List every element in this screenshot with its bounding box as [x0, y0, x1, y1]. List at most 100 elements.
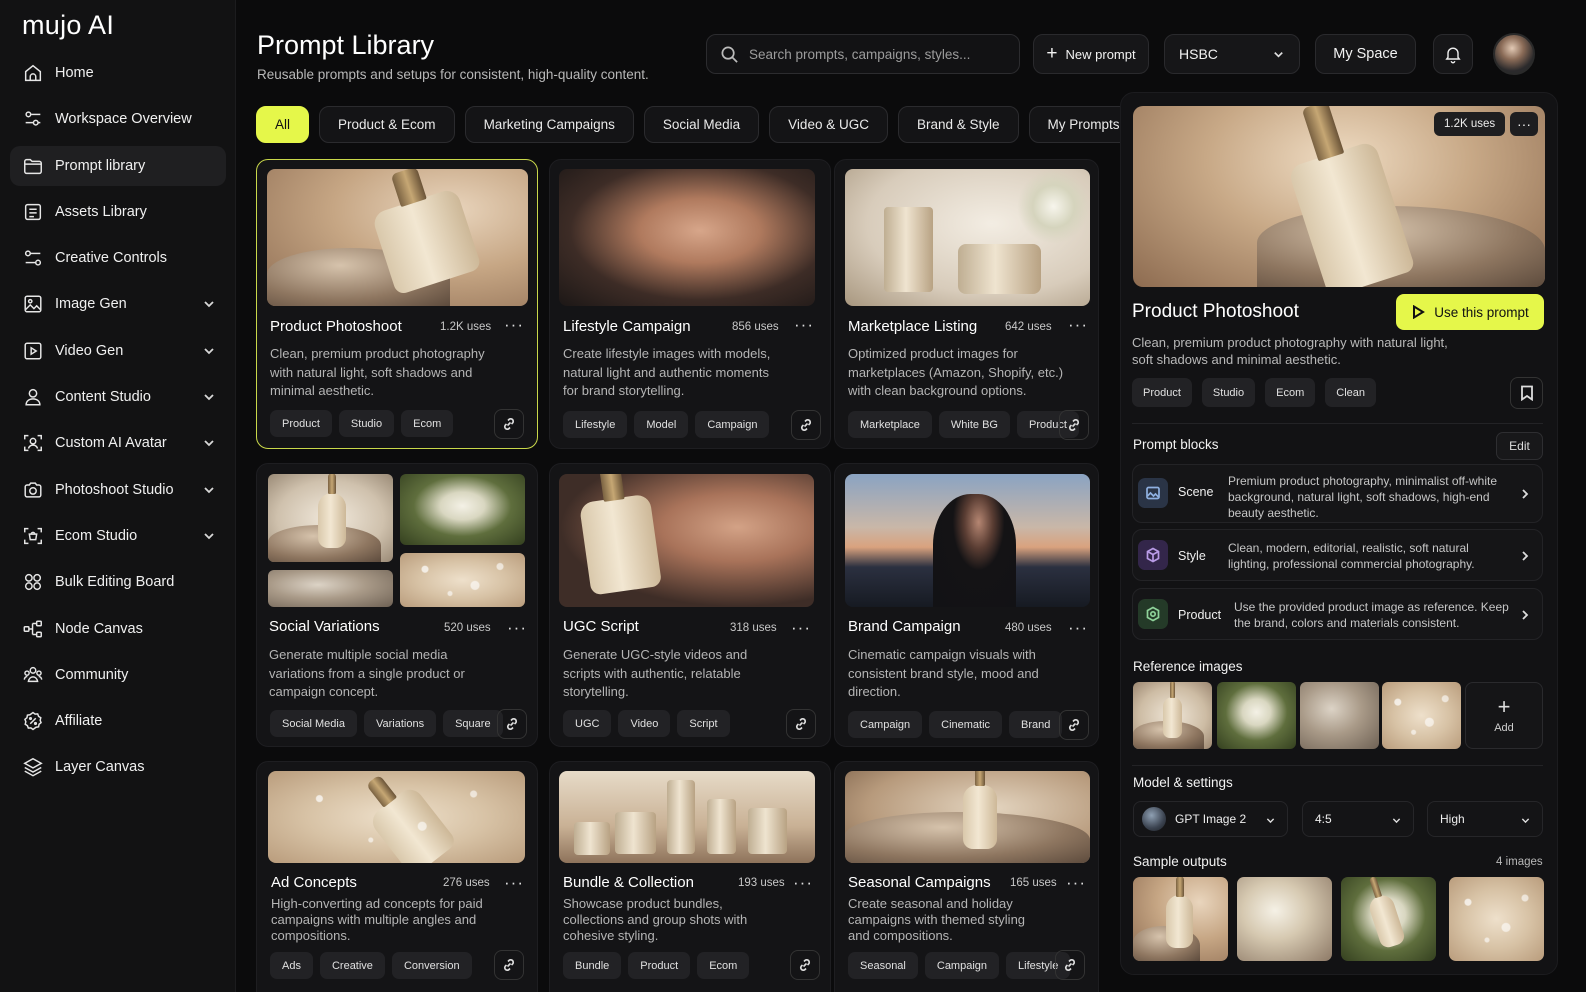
tag[interactable]: Brand — [1009, 711, 1063, 738]
tag[interactable]: Conversion — [391, 952, 472, 979]
tag[interactable]: Studio — [1201, 378, 1256, 407]
filter-all[interactable]: All — [256, 106, 310, 143]
filter-social-media[interactable]: Social Media — [643, 106, 760, 143]
tag[interactable]: Product — [270, 410, 332, 437]
sample-output[interactable] — [1237, 877, 1332, 961]
tag[interactable]: Campaign — [695, 411, 770, 438]
prompt-card-social-variations[interactable]: Social Variations 520 uses ··· Generate … — [256, 463, 538, 747]
more-options-icon[interactable]: ··· — [504, 315, 524, 335]
tag[interactable]: Campaign — [924, 952, 1000, 979]
prompt-card-bundle-collection[interactable]: Bundle & Collection 193 uses ··· Showcas… — [549, 761, 831, 992]
quality-select[interactable]: High — [1427, 801, 1543, 837]
chevron-down-icon[interactable] — [202, 529, 216, 543]
chevron-down-icon[interactable] — [202, 390, 216, 404]
copy-link-button[interactable] — [1059, 710, 1089, 740]
sidebar-item-node-canvas[interactable]: Node Canvas — [10, 609, 226, 649]
copy-link-button[interactable] — [494, 409, 524, 439]
tag[interactable]: White BG — [938, 411, 1010, 438]
sidebar-item-content-studio[interactable]: Content Studio — [10, 377, 226, 417]
tag[interactable]: Studio — [338, 410, 395, 437]
reference-image[interactable] — [1217, 682, 1296, 749]
new-prompt-button[interactable]: + New prompt — [1033, 34, 1149, 74]
chevron-down-icon[interactable] — [202, 344, 216, 358]
use-this-prompt-button[interactable]: Use this prompt — [1396, 294, 1544, 330]
tag[interactable]: Variations — [363, 710, 437, 737]
sidebar-item-community[interactable]: Community — [10, 655, 226, 695]
tag[interactable]: Product — [1132, 378, 1192, 407]
edit-blocks-button[interactable]: Edit — [1496, 432, 1543, 460]
tag[interactable]: Model — [634, 411, 689, 438]
prompt-card-marketplace-listing[interactable]: Marketplace Listing 642 uses ··· Optimiz… — [834, 159, 1099, 449]
tag[interactable]: Square — [443, 710, 503, 737]
sidebar-item-home[interactable]: Home — [10, 53, 226, 93]
reference-image[interactable] — [1133, 682, 1212, 749]
more-options-icon[interactable]: ··· — [1068, 315, 1088, 335]
prompt-card-seasonal-campaigns[interactable]: Seasonal Campaigns 165 uses ··· Create s… — [834, 761, 1099, 992]
more-options-icon[interactable]: ··· — [1068, 618, 1088, 638]
sidebar-item-creative-controls[interactable]: Creative Controls — [10, 238, 226, 278]
sidebar-item-bulk-editing-board[interactable]: Bulk Editing Board — [10, 562, 226, 602]
sample-output[interactable] — [1341, 877, 1436, 961]
sidebar-item-photoshoot-studio[interactable]: Photoshoot Studio — [10, 470, 226, 510]
tag[interactable]: Video — [618, 710, 671, 737]
sidebar-item-workspace-overview[interactable]: Workspace Overview — [10, 99, 226, 139]
chevron-down-icon[interactable] — [202, 483, 216, 497]
prompt-card-ugc-script[interactable]: UGC Script 318 uses ··· Generate UGC-sty… — [549, 463, 831, 747]
tag[interactable]: Cinematic — [929, 711, 1003, 738]
sidebar-item-custom-ai-avatar[interactable]: Custom AI Avatar — [10, 423, 226, 463]
prompt-block-product[interactable]: Product Use the provided product image a… — [1132, 588, 1543, 640]
tag[interactable]: Marketplace — [848, 411, 932, 438]
search-input[interactable] — [749, 46, 1009, 62]
more-options-icon[interactable]: ··· — [791, 618, 811, 638]
more-options-icon[interactable]: ··· — [793, 873, 813, 893]
prompt-card-ad-concepts[interactable]: Ad Concepts 276 uses ··· High-converting… — [256, 761, 538, 992]
reference-image[interactable] — [1382, 682, 1461, 749]
user-avatar[interactable] — [1493, 33, 1535, 75]
tag[interactable]: Campaign — [848, 711, 923, 738]
sample-output[interactable] — [1133, 877, 1228, 961]
tag[interactable]: Product — [628, 952, 691, 979]
sidebar-item-image-gen[interactable]: Image Gen — [10, 284, 226, 324]
prompt-block-style[interactable]: Style Clean, modern, editorial, realisti… — [1132, 529, 1543, 581]
reference-image[interactable] — [1300, 682, 1379, 749]
tag[interactable]: Script — [677, 710, 730, 737]
tag[interactable]: Clean — [1325, 378, 1376, 407]
copy-link-button[interactable] — [494, 950, 524, 980]
copy-link-button[interactable] — [497, 709, 527, 739]
filter-marketing-campaigns[interactable]: Marketing Campaigns — [464, 106, 634, 143]
model-select[interactable]: GPT Image 2 — [1133, 801, 1288, 837]
tag[interactable]: UGC — [563, 710, 612, 737]
sidebar-item-affiliate[interactable]: Affiliate — [10, 701, 226, 741]
notifications-button[interactable] — [1433, 34, 1473, 74]
app-logo[interactable]: mujo AI — [22, 10, 114, 41]
search-bar[interactable] — [706, 34, 1020, 74]
more-options-icon[interactable]: ··· — [507, 618, 527, 638]
tag[interactable]: Social Media — [270, 710, 357, 737]
tag[interactable]: Seasonal — [848, 952, 918, 979]
copy-link-button[interactable] — [786, 709, 816, 739]
aspect-ratio-select[interactable]: 4:5 — [1302, 801, 1414, 837]
filter-brand-style[interactable]: Brand & Style — [897, 106, 1019, 143]
tag[interactable]: Ecom — [401, 410, 454, 437]
tag[interactable]: Ecom — [1265, 378, 1316, 407]
tag[interactable]: Ads — [270, 952, 313, 979]
more-options-icon[interactable]: ··· — [504, 873, 524, 893]
my-space-button[interactable]: My Space — [1315, 34, 1416, 74]
prompt-block-scene[interactable]: Scene Premium product photography, minim… — [1132, 464, 1543, 523]
prompt-card-lifestyle-campaign[interactable]: Lifestyle Campaign 856 uses ··· Create l… — [549, 159, 831, 449]
sidebar-item-ecom-studio[interactable]: Ecom Studio — [10, 516, 226, 556]
sidebar-item-layer-canvas[interactable]: Layer Canvas — [10, 747, 226, 787]
bookmark-button[interactable] — [1510, 377, 1543, 409]
sidebar-item-assets-library[interactable]: Assets Library — [10, 192, 226, 232]
prompt-card-product-photoshoot[interactable]: Product Photoshoot 1.2K uses ··· Clean, … — [256, 159, 538, 449]
chevron-down-icon[interactable] — [202, 297, 216, 311]
tag[interactable]: Bundle — [563, 952, 622, 979]
sidebar-item-video-gen[interactable]: Video Gen — [10, 331, 226, 371]
chevron-down-icon[interactable] — [202, 436, 216, 450]
more-options-icon[interactable]: ··· — [1066, 873, 1086, 893]
filter-video-ugc[interactable]: Video & UGC — [769, 106, 888, 143]
more-options-icon[interactable]: ··· — [1510, 112, 1538, 136]
copy-link-button[interactable] — [791, 410, 821, 440]
sample-output[interactable] — [1449, 877, 1544, 961]
copy-link-button[interactable] — [1055, 950, 1085, 980]
